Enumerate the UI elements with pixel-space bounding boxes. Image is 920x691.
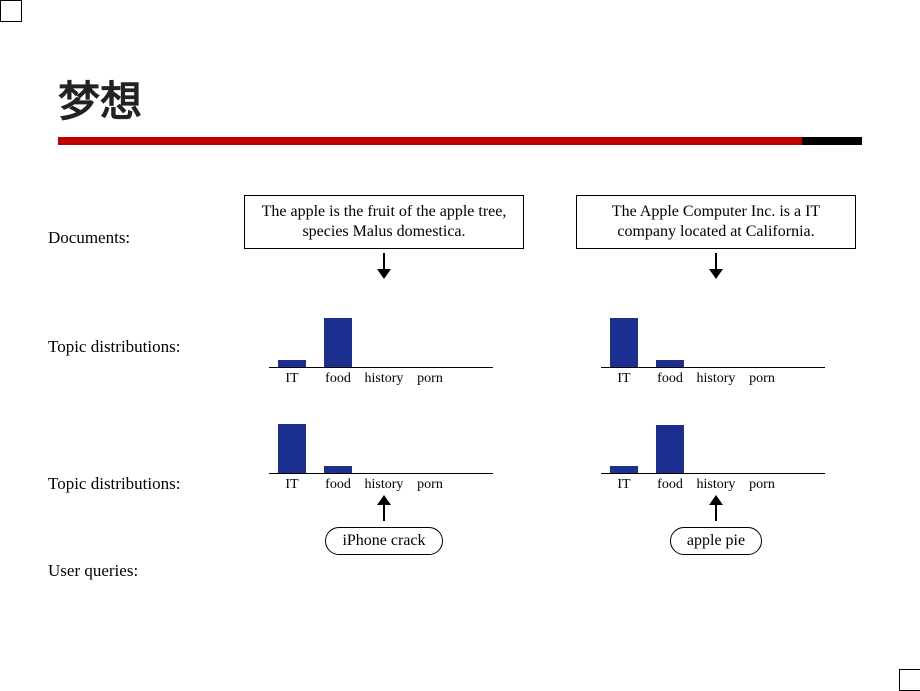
arrow-down-icon <box>705 253 727 279</box>
chart-query-left: ITfoodhistoryporn iPhone crack <box>228 413 540 555</box>
label-topic-dist-2: Topic distributions: <box>48 474 208 494</box>
document-box-left: The apple is the fruit of the apple tree… <box>244 195 524 249</box>
query-box-right: apple pie <box>670 527 762 555</box>
title-rule <box>58 137 862 145</box>
chart-category-label: IT <box>601 474 647 493</box>
label-documents: Documents: <box>48 228 208 248</box>
doc-right-cell: The Apple Computer Inc. is a IT company … <box>560 195 872 281</box>
chart-category-label: food <box>315 474 361 493</box>
arrow-down-icon <box>373 253 395 279</box>
chart-category-label: porn <box>739 474 785 493</box>
label-topic-dist-1: Topic distributions: <box>48 337 208 357</box>
chart-category-label: history <box>693 368 739 387</box>
arrow-up-icon <box>373 495 395 521</box>
chart-doc-left: ITfoodhistoryporn <box>228 307 540 387</box>
arrow-up-icon <box>705 495 727 521</box>
chart-category-label: food <box>315 368 361 387</box>
chart-category-label: history <box>361 474 407 493</box>
chart-category-label: food <box>647 368 693 387</box>
chart-category-label: history <box>361 368 407 387</box>
query-box-left: iPhone crack <box>325 527 442 555</box>
chart-category-label: history <box>693 474 739 493</box>
document-box-right: The Apple Computer Inc. is a IT company … <box>576 195 856 249</box>
chart-category-label: IT <box>601 368 647 387</box>
chart-category-label: IT <box>269 368 315 387</box>
chart-doc-right: ITfoodhistoryporn <box>560 307 872 387</box>
doc-left-cell: The apple is the fruit of the apple tree… <box>228 195 540 281</box>
corner-decor-bottom-right <box>899 669 920 691</box>
chart-category-label: IT <box>269 474 315 493</box>
slide: 梦想 Documents: The apple is the fruit of … <box>0 0 920 690</box>
chart-category-label: porn <box>407 474 453 493</box>
content-grid: Documents: The apple is the fruit of the… <box>48 195 872 581</box>
label-user-queries: User queries: <box>48 561 208 581</box>
chart-category-label: porn <box>407 368 453 387</box>
chart-category-label: porn <box>739 368 785 387</box>
page-title: 梦想 <box>58 68 882 129</box>
chart-query-right: ITfoodhistoryporn apple pie <box>560 413 872 555</box>
corner-decor-top-left <box>0 0 22 22</box>
chart-category-label: food <box>647 474 693 493</box>
